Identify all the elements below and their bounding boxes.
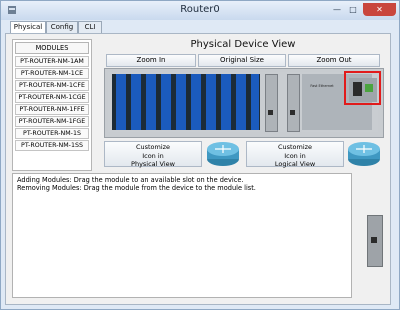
maximize-button[interactable]: □ bbox=[346, 3, 360, 16]
button-label-line: Icon in bbox=[142, 151, 164, 160]
module-item[interactable]: PT-ROUTER-NM-1CE bbox=[15, 68, 89, 79]
empty-slot[interactable] bbox=[176, 74, 186, 130]
modules-header: MODULES bbox=[15, 42, 89, 54]
empty-slot[interactable] bbox=[236, 74, 246, 130]
module-preview bbox=[357, 175, 387, 299]
zoom-bar: Zoom In Original Size Zoom Out bbox=[106, 54, 380, 67]
module-item[interactable]: PT-ROUTER-NM-1AM bbox=[15, 56, 89, 67]
empty-slot[interactable] bbox=[161, 74, 171, 130]
zoom-in-button[interactable]: Zoom In bbox=[106, 54, 196, 67]
zoom-out-button[interactable]: Zoom Out bbox=[288, 54, 380, 67]
module-item[interactable]: PT-ROUTER-NM-1FGE bbox=[15, 116, 89, 127]
power-switch-highlight bbox=[344, 71, 381, 105]
router-icon bbox=[207, 142, 239, 166]
module-item[interactable]: PT-ROUTER-NM-1CGE bbox=[15, 92, 89, 103]
empty-slot[interactable] bbox=[116, 74, 126, 130]
module-preview-port bbox=[371, 237, 377, 243]
close-button[interactable]: ✕ bbox=[363, 3, 396, 16]
ethernet-port[interactable] bbox=[268, 110, 273, 115]
empty-slot[interactable] bbox=[206, 74, 216, 130]
installed-module-card[interactable] bbox=[265, 74, 278, 132]
button-label-line: Logical View bbox=[274, 160, 316, 168]
empty-slot[interactable] bbox=[221, 74, 231, 130]
module-item[interactable]: PT-ROUTER-NM-1SS bbox=[15, 140, 89, 151]
tab-cli[interactable]: CLI bbox=[78, 21, 102, 33]
empty-slot[interactable] bbox=[131, 74, 141, 130]
info-line: Removing Modules: Drag the module from t… bbox=[17, 184, 256, 192]
empty-slot[interactable] bbox=[191, 74, 201, 130]
title-bar: Router0 — □ ✕ bbox=[1, 1, 399, 20]
original-size-button[interactable]: Original Size bbox=[198, 54, 286, 67]
button-label-line: Customize bbox=[135, 143, 171, 151]
empty-slot[interactable] bbox=[146, 74, 156, 130]
module-info-text: Adding Modules: Drag the module to an av… bbox=[12, 173, 352, 298]
tab-config[interactable]: Config bbox=[46, 21, 78, 33]
module-item[interactable]: PT-ROUTER-NM-1FFE bbox=[15, 104, 89, 115]
empty-slot[interactable] bbox=[251, 74, 259, 130]
button-label-line: Icon in bbox=[284, 151, 306, 160]
button-label-line: Customize bbox=[277, 143, 313, 151]
customize-row: Customize Icon in Physical View Customiz… bbox=[104, 141, 384, 168]
ethernet-port[interactable] bbox=[290, 110, 295, 115]
module-slot-bay bbox=[112, 74, 260, 130]
router-icon bbox=[348, 142, 380, 166]
info-line: Adding Modules: Drag the module to an av… bbox=[17, 176, 244, 184]
module-item[interactable]: PT-ROUTER-NM-1S bbox=[15, 128, 89, 139]
physical-device-view-title: Physical Device View bbox=[190, 39, 296, 50]
module-item[interactable]: PT-ROUTER-NM-1CFE bbox=[15, 80, 89, 91]
modules-list: MODULES PT-ROUTER-NM-1AM PT-ROUTER-NM-1C… bbox=[12, 39, 92, 171]
chassis-label: Fast Ethernet bbox=[310, 84, 334, 88]
customize-logical-icon-button[interactable]: Customize Icon in Logical View bbox=[246, 141, 344, 168]
button-label-line: Physical View bbox=[131, 160, 175, 168]
minimize-button[interactable]: — bbox=[330, 3, 344, 16]
customize-physical-icon-button[interactable]: Customize Icon in Physical View bbox=[104, 141, 202, 168]
installed-module-card[interactable] bbox=[287, 74, 300, 132]
